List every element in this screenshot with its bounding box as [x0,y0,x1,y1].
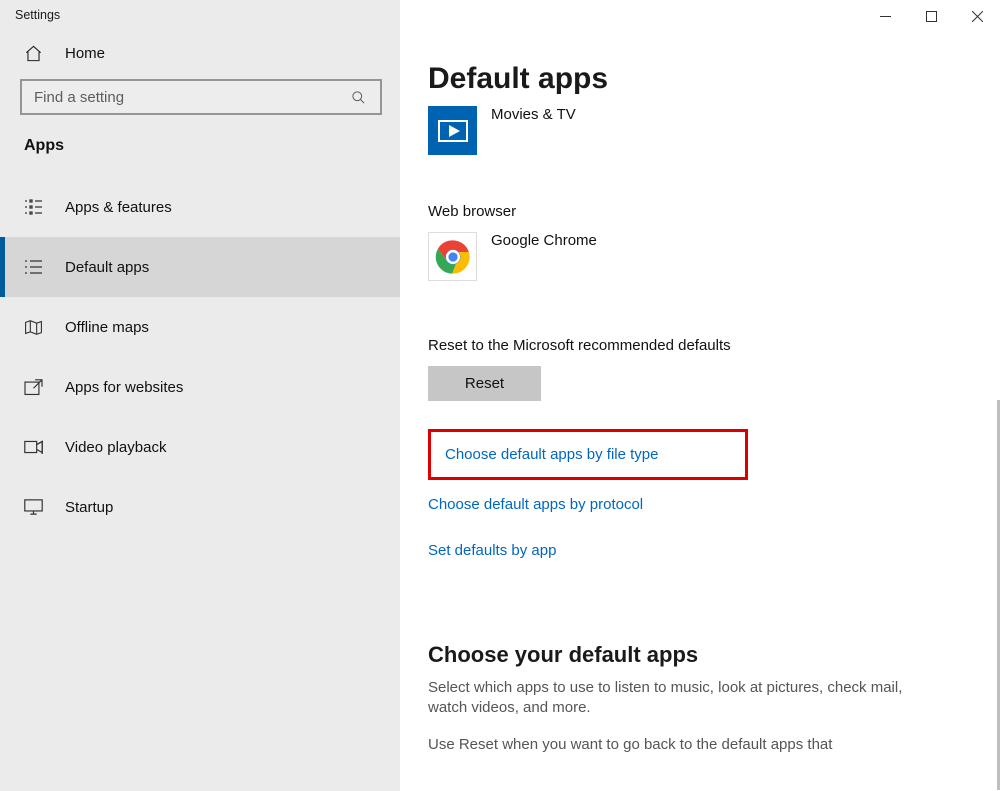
nav-video-playback[interactable]: Video playback [0,417,400,477]
startup-icon [24,498,43,517]
app-name-label: Movies & TV [491,106,576,123]
default-web-browser[interactable]: Google Chrome [428,232,1000,281]
list-icon [24,198,43,217]
footer-paragraph: Use Reset when you want to go back to th… [428,735,938,755]
default-video-player[interactable]: Movies & TV [428,106,1000,155]
link-default-by-protocol[interactable]: Choose default apps by protocol [428,496,643,513]
content-pane: Default apps Movies & TV Web browser [400,0,1000,791]
web-browser-heading: Web browser [428,203,1000,220]
search-box[interactable] [20,79,382,115]
video-icon [24,438,43,457]
nav-label: Startup [65,499,113,516]
page-title: Default apps [428,62,1000,100]
defaults-icon [24,258,43,277]
link-default-by-file-type[interactable]: Choose default apps by file type [445,446,658,463]
window-title: Settings [0,8,400,44]
footer-title: Choose your default apps [428,642,938,668]
nav-label: Apps & features [65,199,172,216]
open-external-icon [24,378,43,397]
nav-label: Offline maps [65,319,149,336]
home-label: Home [65,45,105,62]
movies-tv-icon [428,106,477,155]
highlight-annotation: Choose default apps by file type [428,429,748,480]
sidebar-nav: Apps & features Default apps Offline [0,177,400,537]
nav-startup[interactable]: Startup [0,477,400,537]
nav-label: Apps for websites [65,379,183,396]
nav-apps-features[interactable]: Apps & features [0,177,400,237]
nav-offline-maps[interactable]: Offline maps [0,297,400,357]
home-icon [24,44,43,63]
sidebar: Settings Home Apps [0,0,400,791]
search-icon [351,90,366,105]
nav-label: Default apps [65,259,149,276]
search-input[interactable] [22,89,380,106]
link-set-defaults-by-app[interactable]: Set defaults by app [428,542,556,559]
sidebar-section-title: Apps [0,137,400,177]
nav-default-apps[interactable]: Default apps [0,237,400,297]
home-nav[interactable]: Home [0,44,400,79]
reset-description: Reset to the Microsoft recommended defau… [428,337,1000,354]
nav-label: Video playback [65,439,166,456]
chrome-icon [428,232,477,281]
nav-apps-websites[interactable]: Apps for websites [0,357,400,417]
map-icon [24,318,43,337]
footer-paragraph: Select which apps to use to listen to mu… [428,678,938,719]
reset-button[interactable]: Reset [428,366,541,401]
app-name-label: Google Chrome [491,232,597,249]
